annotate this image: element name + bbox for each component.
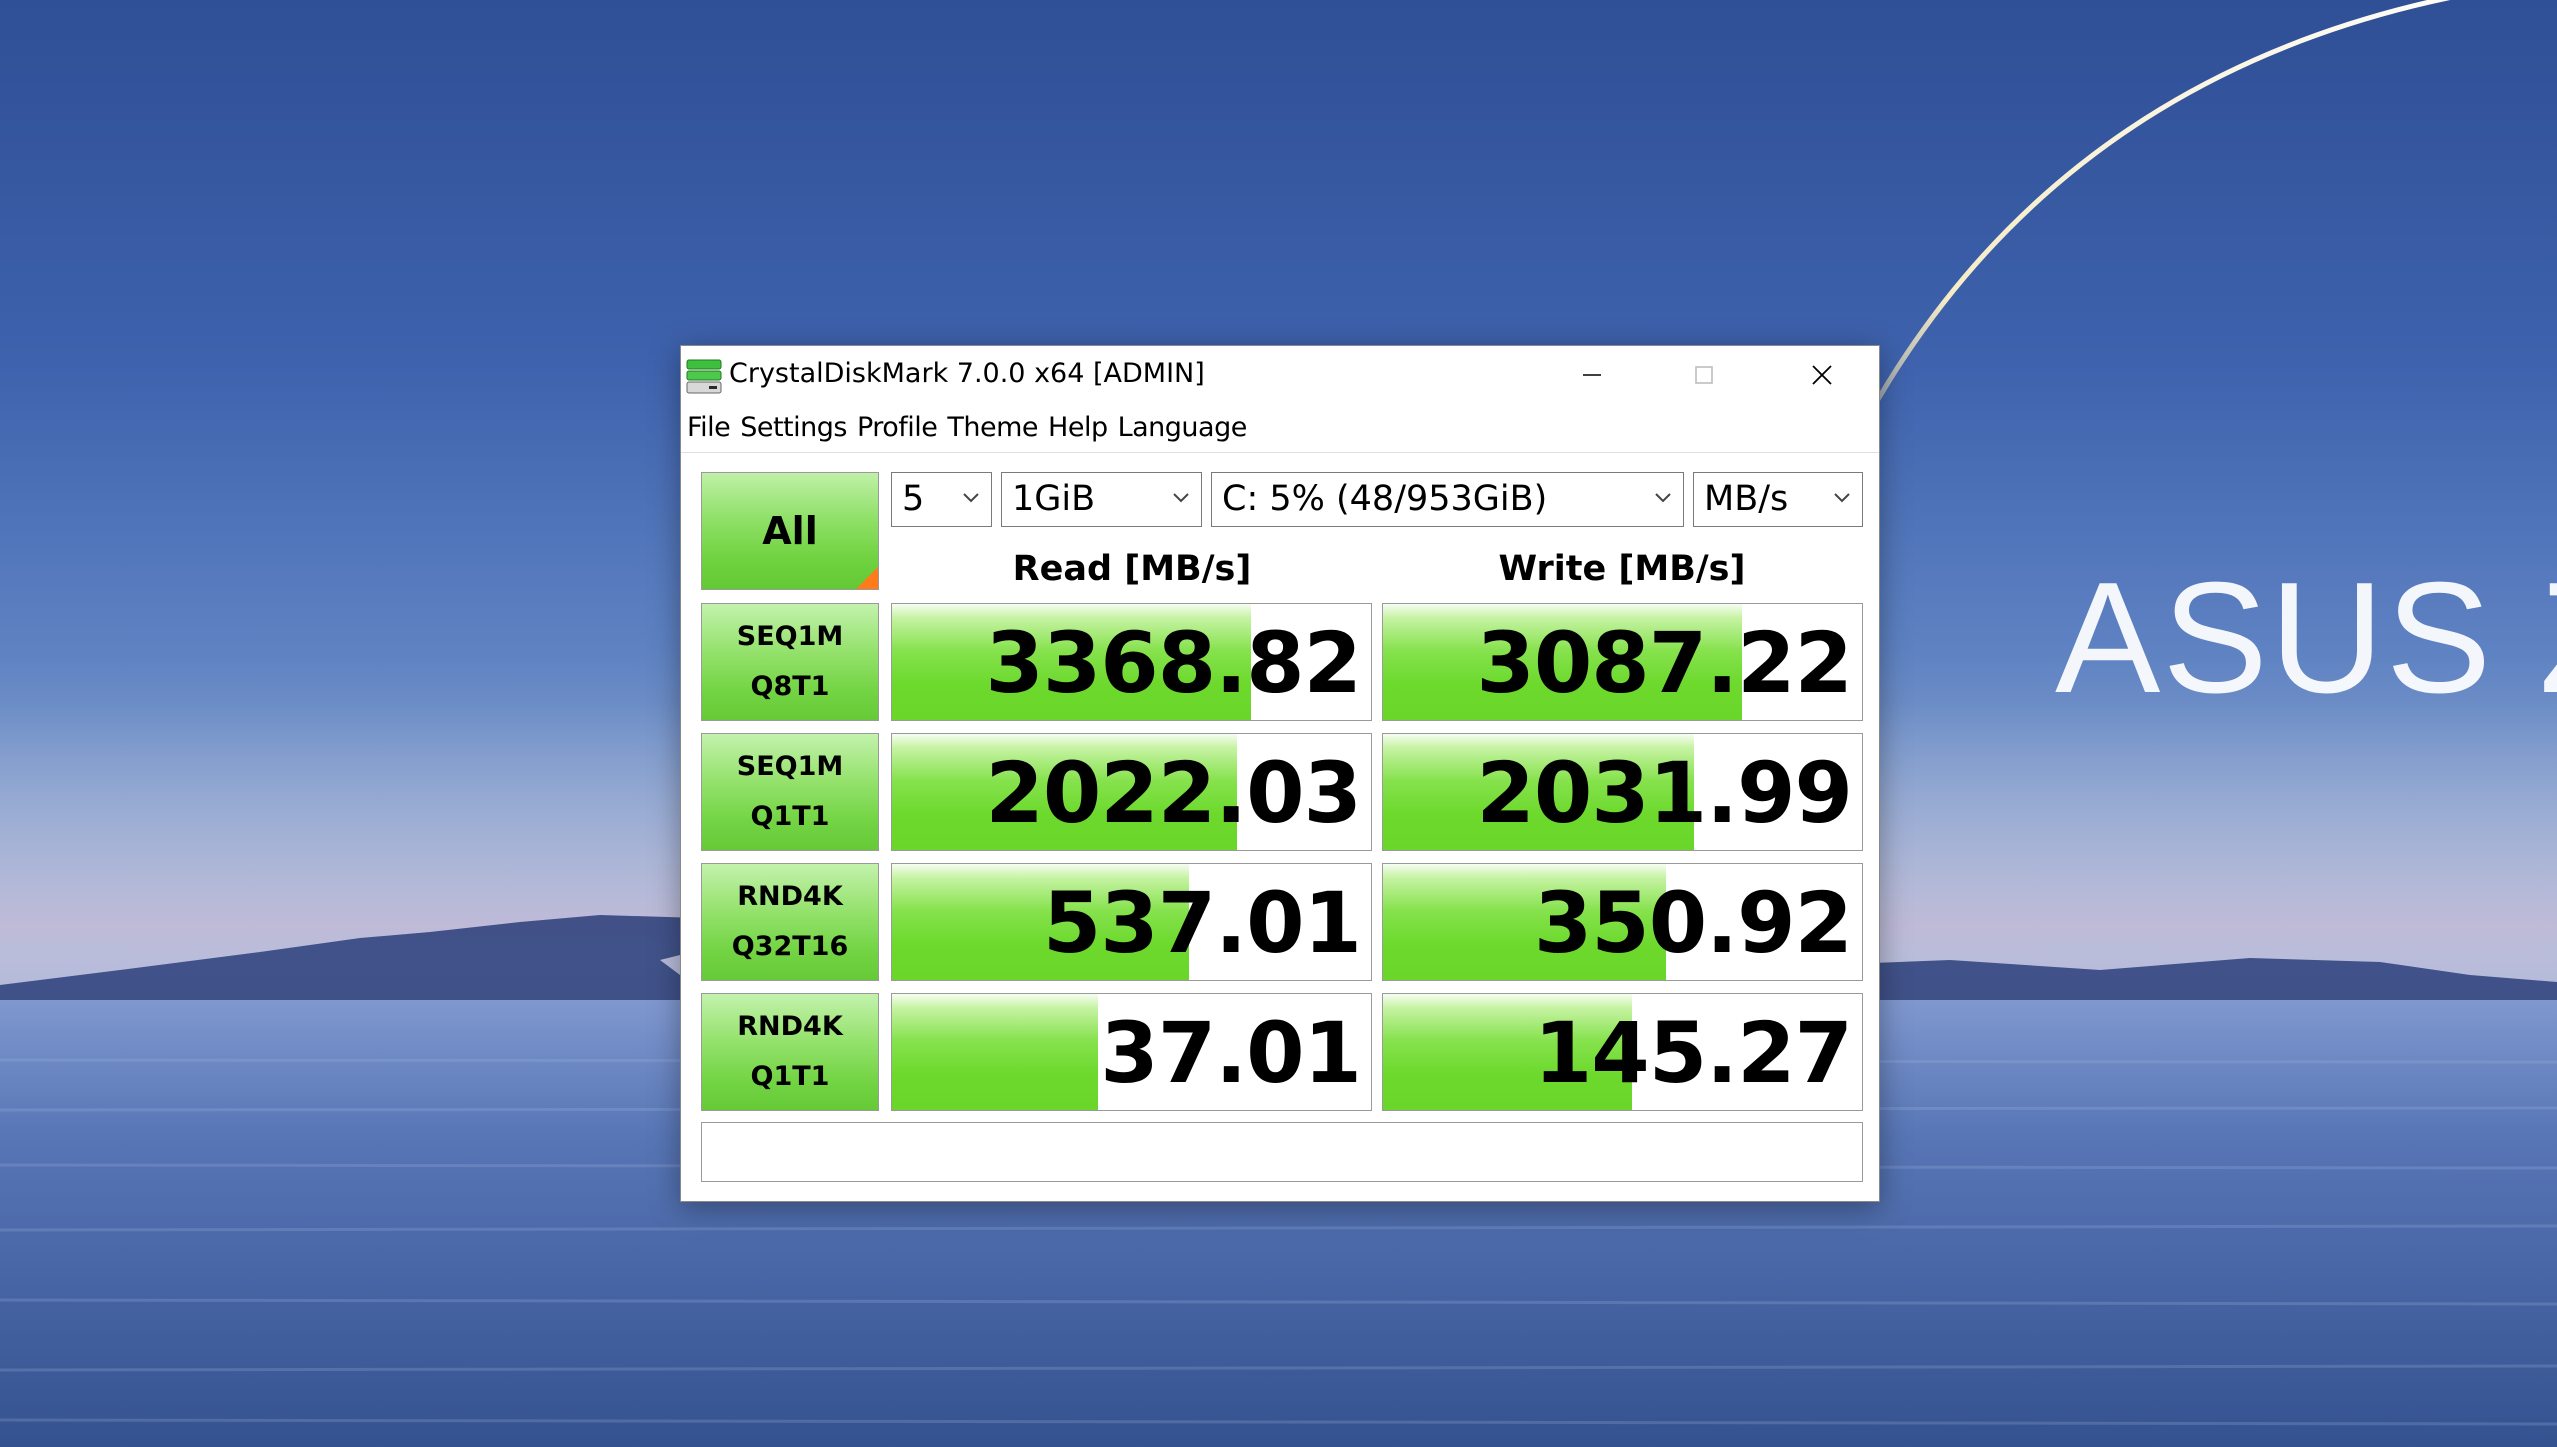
- menu-divider: [681, 452, 1879, 453]
- drive-value: C: 5% (48/953GiB): [1222, 479, 1548, 519]
- window-title: CrystalDiskMark 7.0.0 x64 [ADMIN]: [729, 358, 1205, 389]
- test-size-value: 1GiB: [1012, 479, 1096, 519]
- close-icon: [1812, 365, 1832, 385]
- write-value: 3087.22: [1476, 614, 1853, 712]
- chevron-down-icon: [1173, 493, 1189, 503]
- test-button-seq1m-q1t1[interactable]: SEQ1M Q1T1: [701, 733, 879, 851]
- comment-field[interactable]: [701, 1122, 1863, 1182]
- title-bar[interactable]: CrystalDiskMark 7.0.0 x64 [ADMIN]: [681, 346, 1879, 404]
- test-count-value: 5: [902, 479, 925, 519]
- read-value: 2022.03: [985, 744, 1362, 842]
- unit-select[interactable]: MB/s: [1693, 472, 1863, 527]
- read-result-seq1m-q8t1: 3368.82: [891, 603, 1372, 721]
- menu-bar: File Settings Profile Theme Help Languag…: [681, 408, 1252, 448]
- read-result-seq1m-q1t1: 2022.03: [891, 733, 1372, 851]
- read-result-rnd4k-q1t1: 37.01: [891, 993, 1372, 1111]
- test-button-rnd4k-q32t16[interactable]: RND4K Q32T16: [701, 863, 879, 981]
- test-params: Q1T1: [750, 801, 830, 832]
- test-params: Q32T16: [731, 931, 849, 962]
- maximize-icon: [1695, 366, 1713, 384]
- unit-value: MB/s: [1704, 479, 1789, 519]
- chevron-down-icon: [1655, 493, 1671, 503]
- chevron-down-icon: [963, 493, 979, 503]
- write-result-seq1m-q8t1: 3087.22: [1382, 603, 1863, 721]
- test-button-seq1m-q8t1[interactable]: SEQ1M Q8T1: [701, 603, 879, 721]
- menu-profile[interactable]: Profile: [852, 408, 942, 448]
- read-value: 37.01: [1100, 1004, 1362, 1102]
- test-params: Q1T1: [750, 1061, 830, 1092]
- all-corner-marker: [856, 567, 878, 589]
- write-result-rnd4k-q32t16: 350.92: [1382, 863, 1863, 981]
- write-value: 145.27: [1533, 1004, 1853, 1102]
- test-name: SEQ1M: [736, 621, 844, 652]
- crystaldiskmark-window: CrystalDiskMark 7.0.0 x64 [ADMIN] File S…: [680, 345, 1880, 1202]
- menu-theme[interactable]: Theme: [942, 408, 1043, 448]
- run-all-label: All: [762, 509, 818, 553]
- write-result-rnd4k-q1t1: 145.27: [1382, 993, 1863, 1111]
- close-button[interactable]: [1766, 346, 1878, 404]
- write-result-seq1m-q1t1: 2031.99: [1382, 733, 1863, 851]
- write-value: 350.92: [1533, 874, 1853, 972]
- maximize-button[interactable]: [1648, 346, 1760, 404]
- menu-settings[interactable]: Settings: [735, 408, 852, 448]
- test-count-select[interactable]: 5: [891, 472, 992, 527]
- run-all-button[interactable]: All: [701, 472, 879, 590]
- test-name: RND4K: [737, 1011, 843, 1042]
- write-column-header: Write [MB/s]: [1498, 549, 1746, 589]
- read-value: 3368.82: [985, 614, 1362, 712]
- read-column-header: Read [MB/s]: [1012, 549, 1252, 589]
- menu-language[interactable]: Language: [1113, 408, 1252, 448]
- test-name: RND4K: [737, 881, 843, 912]
- test-params: Q8T1: [750, 671, 830, 702]
- write-value: 2031.99: [1476, 744, 1853, 842]
- chevron-down-icon: [1834, 493, 1850, 503]
- read-result-rnd4k-q32t16: 537.01: [891, 863, 1372, 981]
- app-disk-icon: [686, 359, 722, 394]
- test-button-rnd4k-q1t1[interactable]: RND4K Q1T1: [701, 993, 879, 1111]
- read-value: 537.01: [1042, 874, 1362, 972]
- drive-select[interactable]: C: 5% (48/953GiB): [1211, 472, 1684, 527]
- minimize-icon: [1583, 374, 1601, 376]
- test-size-select[interactable]: 1GiB: [1001, 472, 1202, 527]
- menu-file[interactable]: File: [681, 408, 735, 448]
- read-bar: [892, 994, 1098, 1110]
- menu-help[interactable]: Help: [1043, 408, 1113, 448]
- test-name: SEQ1M: [736, 751, 844, 782]
- minimize-button[interactable]: [1536, 346, 1648, 404]
- wallpaper-brand-text: ASUS Ze: [2055, 550, 2557, 726]
